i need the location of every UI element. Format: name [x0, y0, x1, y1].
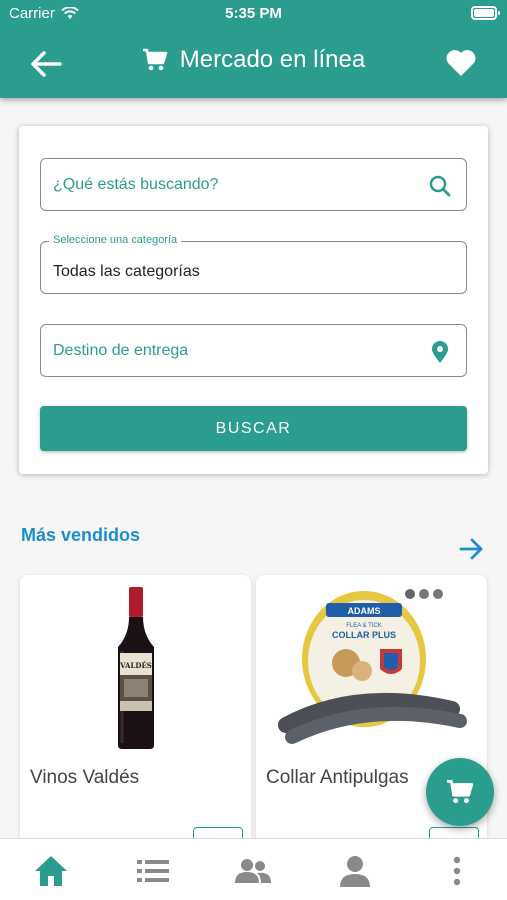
flea-collar-image: ADAMS FLEA & TICK COLLAR PLUS: [278, 589, 467, 744]
heart-icon[interactable]: [445, 48, 477, 78]
app-header: Carrier 5:35 PM Mercado en línea: [0, 0, 507, 98]
floating-cart-button[interactable]: [426, 758, 494, 826]
cart-icon: [142, 48, 168, 71]
collar-line2-text: COLLAR PLUS: [332, 630, 396, 640]
bottom-nav: [0, 838, 507, 900]
destination-input[interactable]: Destino de entrega: [40, 324, 467, 377]
product-image: ADAMS FLEA & TICK COLLAR PLUS: [256, 583, 487, 761]
nav-profile[interactable]: [335, 853, 375, 889]
category-label: Seleccione una categoría: [49, 234, 182, 246]
home-icon: [35, 856, 67, 886]
nav-people[interactable]: [233, 853, 273, 889]
list-icon: [137, 860, 169, 882]
nav-more[interactable]: [437, 853, 477, 889]
search-placeholder: ¿Qué estás buscando?: [53, 176, 219, 193]
product-image: VALDÉS: [20, 583, 251, 761]
status-bar: Carrier 5:35 PM: [0, 0, 507, 30]
product-name: Collar Antipulgas: [266, 767, 409, 788]
search-card: ¿Qué estás buscando? Seleccione una cate…: [19, 126, 488, 474]
search-input[interactable]: ¿Qué estás buscando?: [40, 158, 467, 211]
search-icon[interactable]: [428, 174, 452, 198]
page-title: Mercado en línea: [179, 46, 366, 73]
nav-home[interactable]: [31, 853, 71, 889]
status-time: 5:35 PM: [225, 5, 282, 22]
collar-line1-text: FLEA & TICK: [346, 623, 382, 629]
best-sellers-title: Más vendidos: [21, 525, 141, 545]
search-button[interactable]: BUSCAR: [40, 406, 467, 451]
people-icon: [235, 859, 271, 883]
product-name: Vinos Valdés: [30, 767, 140, 788]
wine-label-text: VALDÉS: [119, 661, 152, 670]
more-icon: [453, 856, 461, 886]
category-select[interactable]: Seleccione una categoría Todas las categ…: [40, 234, 467, 294]
collar-brand-text: ADAMS: [348, 606, 381, 616]
destination-placeholder: Destino de entrega: [53, 342, 189, 359]
category-value: Todas las categorías: [53, 263, 200, 280]
battery-icon: [471, 6, 500, 20]
cart-icon: [447, 779, 474, 804]
header-title-group: Mercado en línea: [0, 46, 507, 74]
nav-list[interactable]: [133, 853, 173, 889]
location-pin-icon[interactable]: [428, 340, 452, 364]
arrow-right-icon[interactable]: [459, 538, 485, 560]
navbar: Mercado en línea: [0, 36, 507, 90]
person-icon: [340, 856, 370, 887]
wine-bottle-image: VALDÉS: [117, 587, 154, 749]
product-card[interactable]: VALDÉS Vinos Valdés: [20, 575, 251, 845]
